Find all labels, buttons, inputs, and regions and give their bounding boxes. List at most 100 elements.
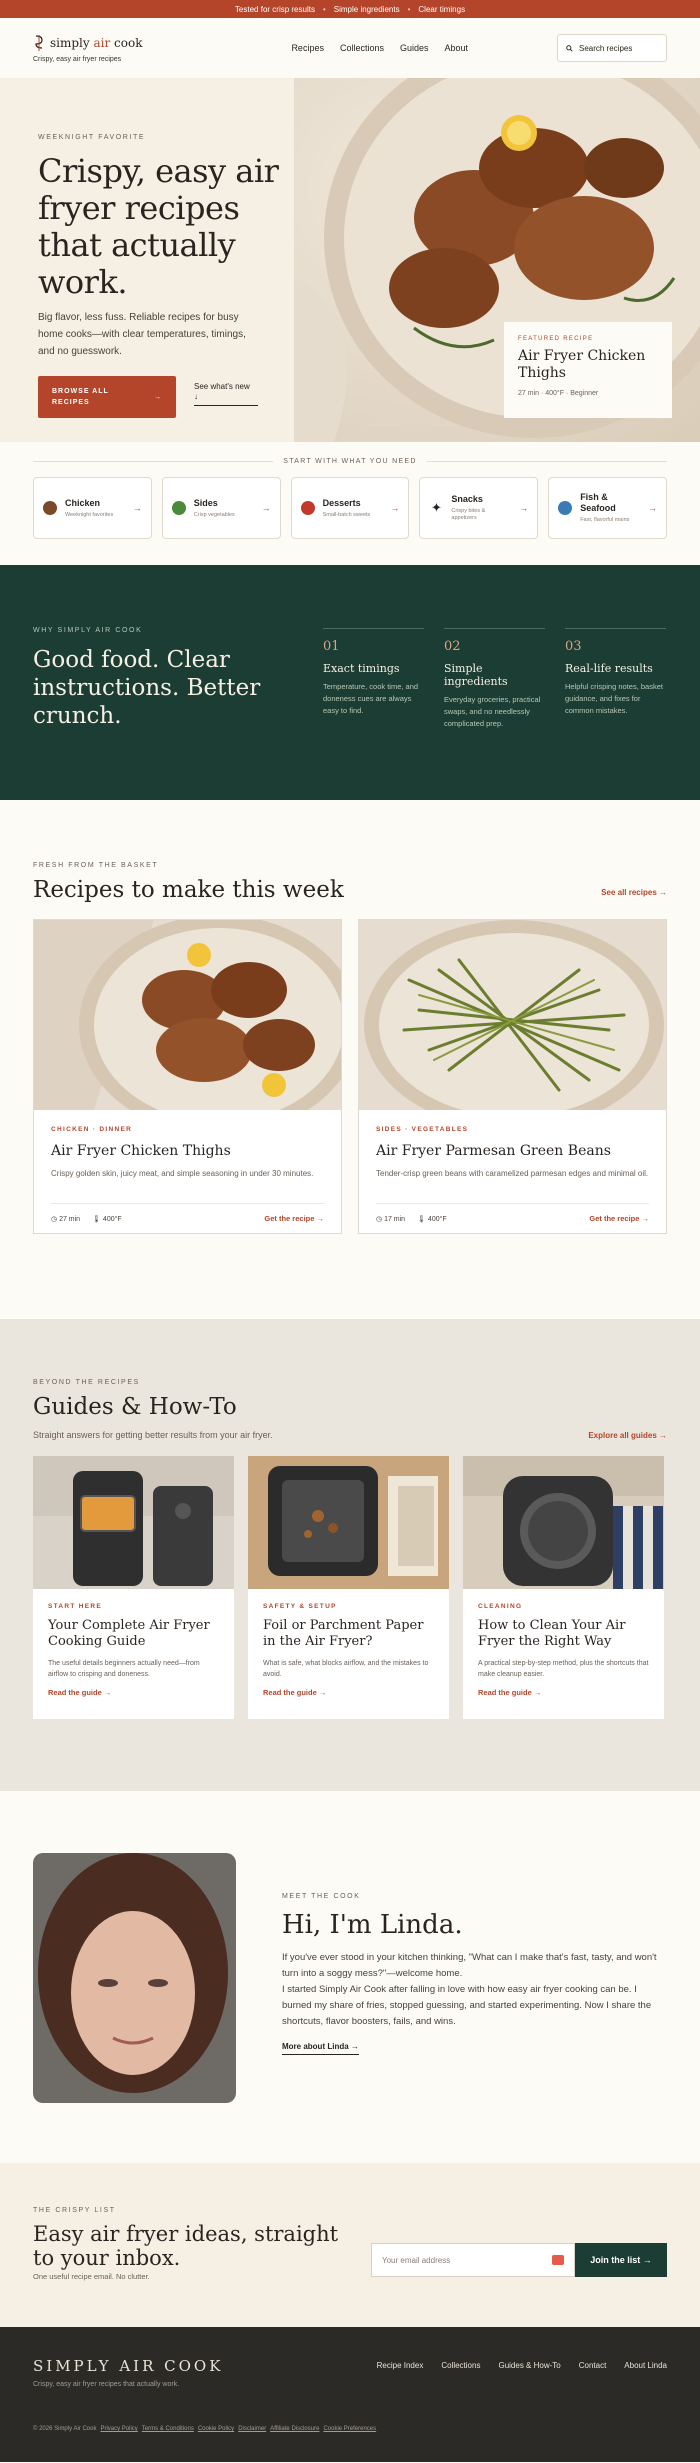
join-list-button[interactable]: Join the list → [575,2243,667,2277]
arrow-right-icon: → [261,503,271,513]
email-input[interactable]: Your email address [371,2243,575,2277]
browse-recipes-button[interactable]: BROWSE ALL RECIPES → [38,376,176,418]
footer-tagline: Crispy, easy air fryer recipes that actu… [33,2381,180,2388]
nav-recipes[interactable]: Recipes [291,43,324,53]
why-eyebrow: WHY SIMPLY AIR COOK [33,627,143,634]
guides-subtitle: Straight answers for getting better resu… [33,1430,273,1440]
separator: • [407,4,411,14]
clock-icon: ◷ 17 min [376,1215,406,1223]
hero-eyebrow: WEEKNIGHT FAVORITE [38,134,146,141]
category-fish-seafood[interactable]: Fish & Seafood Fast, flavorful mains → [548,477,667,539]
category-section: START WITH WHAT YOU NEED Chicken Weeknigh… [0,442,700,565]
guide-image [463,1456,664,1589]
guide-image [33,1456,234,1589]
recipes-title: Recipes to make this week [33,877,344,903]
read-guide-link[interactable]: Read the guide → [263,1688,434,1697]
author-photo [33,1853,236,2103]
why-title: Good food. Clear instructions. Better cr… [33,647,261,729]
footer-brand[interactable]: SIMPLY AIR COOK [33,2357,223,2375]
get-recipe-link[interactable]: Get the recipe → [264,1214,324,1223]
main-nav: Recipes Collections Guides About [291,43,468,53]
guide-category: START HERE [48,1603,103,1610]
brand-logo[interactable]: simply air cook Crispy, easy air fryer r… [33,34,143,63]
recipe-category: SIDES · VEGETABLES [376,1126,469,1133]
about-paragraph: I started Simply Air Cook after falling … [282,1984,652,2027]
more-about-link[interactable]: More about Linda → [282,2042,359,2055]
cookie-preferences-link[interactable]: Cookie Preferences [323,2426,376,2432]
about-paragraph: If you've ever stood in your kitchen thi… [282,1952,657,1979]
feature-column: 01 Exact timings Temperature, cook time,… [323,628,424,800]
guides-title: Guides & How-To [33,1394,237,1420]
recipe-description: Crispy golden skin, juicy meat, and simp… [51,1169,314,1178]
arrow-right-icon: → [647,503,657,513]
announcement-item: Clear timings [418,4,466,14]
category-snacks[interactable]: ✦ Snacks Crispy bites & appetizers → [419,477,539,539]
site-footer: SIMPLY AIR COOK Crispy, easy air fryer r… [0,2327,700,2462]
category-sides[interactable]: Sides Crisp vegetables → [161,477,281,539]
arrow-right-icon: → [519,503,529,513]
nav-collections[interactable]: Collections [340,43,384,53]
announcement-bar: Tested for crisp results • Simple ingred… [0,0,700,18]
footer-nav: Recipe Index Collections Guides & How-To… [377,2357,667,2370]
arrow-right-icon: → [132,503,142,513]
recipe-image [34,920,341,1110]
privacy-link[interactable]: Privacy Policy [100,2426,137,2432]
hero-title: Crispy, easy air fryer recipes that actu… [38,152,279,301]
guide-card[interactable]: CLEANING How to Clean Your Air Fryer the… [463,1456,664,1719]
hero-section: WEEKNIGHT FAVORITE Crispy, easy air frye… [0,78,700,442]
brand-tagline: Crispy, easy air fryer recipes [33,55,122,63]
fish-icon [558,501,573,515]
explore-guides-link[interactable]: Explore all guides → [588,1431,667,1440]
guide-description: A practical step-by-step method, plus th… [478,1660,649,1678]
see-whats-new-link[interactable]: See what's new ↓ [194,376,258,406]
category-heading: START WITH WHAT YOU NEED [283,458,417,465]
fork-logo-icon [35,34,43,51]
footer-link-guides[interactable]: Guides & How-To [498,2361,560,2370]
autofill-icon [552,2255,564,2265]
hero-description: Big flavor, less fuss. Reliable recipes … [38,312,246,357]
guide-category: CLEANING [478,1603,523,1610]
recipe-card[interactable]: SIDES · VEGETABLES Air Fryer Parmesan Gr… [358,919,667,1234]
newsletter-title: Easy air fryer ideas, straight to your i… [33,2222,339,2270]
guide-card[interactable]: SAFETY & SETUP Foil or Parchment Paper i… [248,1456,449,1719]
separator: • [322,4,326,14]
featured-title: Air Fryer Chicken Thighs [518,348,646,381]
guide-description: The useful details beginners actually ne… [48,1660,200,1678]
nav-guides[interactable]: Guides [400,43,429,53]
arrow-right-icon: → [390,503,400,513]
featured-eyebrow: FEATURED RECIPE [518,336,594,342]
see-all-recipes-link[interactable]: See all recipes → [601,888,667,903]
disclaimer-link[interactable]: Disclaimer [238,2426,266,2432]
drumstick-icon [43,501,57,515]
apple-icon [300,501,315,515]
newsletter-section: THE CRISPY LIST Easy air fryer ideas, st… [0,2163,700,2327]
footer-link-recipe-index[interactable]: Recipe Index [377,2361,424,2370]
category-chicken[interactable]: Chicken Weeknight favorites → [33,477,152,539]
category-desserts[interactable]: Desserts Small-batch sweets → [290,477,410,539]
recipe-image [359,920,666,1110]
terms-link[interactable]: Terms & Conditions [142,2426,194,2432]
recipe-card[interactable]: CHICKEN · DINNER Air Fryer Chicken Thigh… [33,919,342,1234]
footer-link-about[interactable]: About Linda [624,2361,667,2370]
guide-image [248,1456,449,1589]
recipes-section: FRESH FROM THE BASKET Recipes to make th… [0,800,700,1319]
search-button[interactable]: Search recipes [556,34,667,62]
sparkle-icon: ✦ [430,500,442,515]
get-recipe-link[interactable]: Get the recipe → [589,1214,649,1223]
read-guide-link[interactable]: Read the guide → [478,1688,649,1697]
cookie-policy-link[interactable]: Cookie Policy [198,2426,234,2432]
clock-icon: ◷ 27 min [51,1215,81,1223]
about-eyebrow: MEET THE COOK [282,1893,361,1900]
featured-meta: 27 min · 400°F · Beginner [518,390,599,397]
guide-card[interactable]: START HERE Your Complete Air Fryer Cooki… [33,1456,234,1719]
guide-title: Your Complete Air Fryer Cooking Guide [48,1618,210,1649]
site-header: simply air cook Crispy, easy air fryer r… [0,18,700,78]
affiliate-link[interactable]: Affiliate Disclosure [270,2426,319,2432]
about-title: Hi, I'm Linda. [282,1910,463,1940]
footer-link-collections[interactable]: Collections [441,2361,480,2370]
featured-recipe-card[interactable]: FEATURED RECIPE Air Fryer Chicken Thighs… [504,322,672,418]
guide-title: Foil or Parchment Paper in the Air Fryer… [263,1618,424,1649]
footer-link-contact[interactable]: Contact [579,2361,607,2370]
read-guide-link[interactable]: Read the guide → [48,1688,219,1697]
nav-about[interactable]: About [445,43,469,53]
